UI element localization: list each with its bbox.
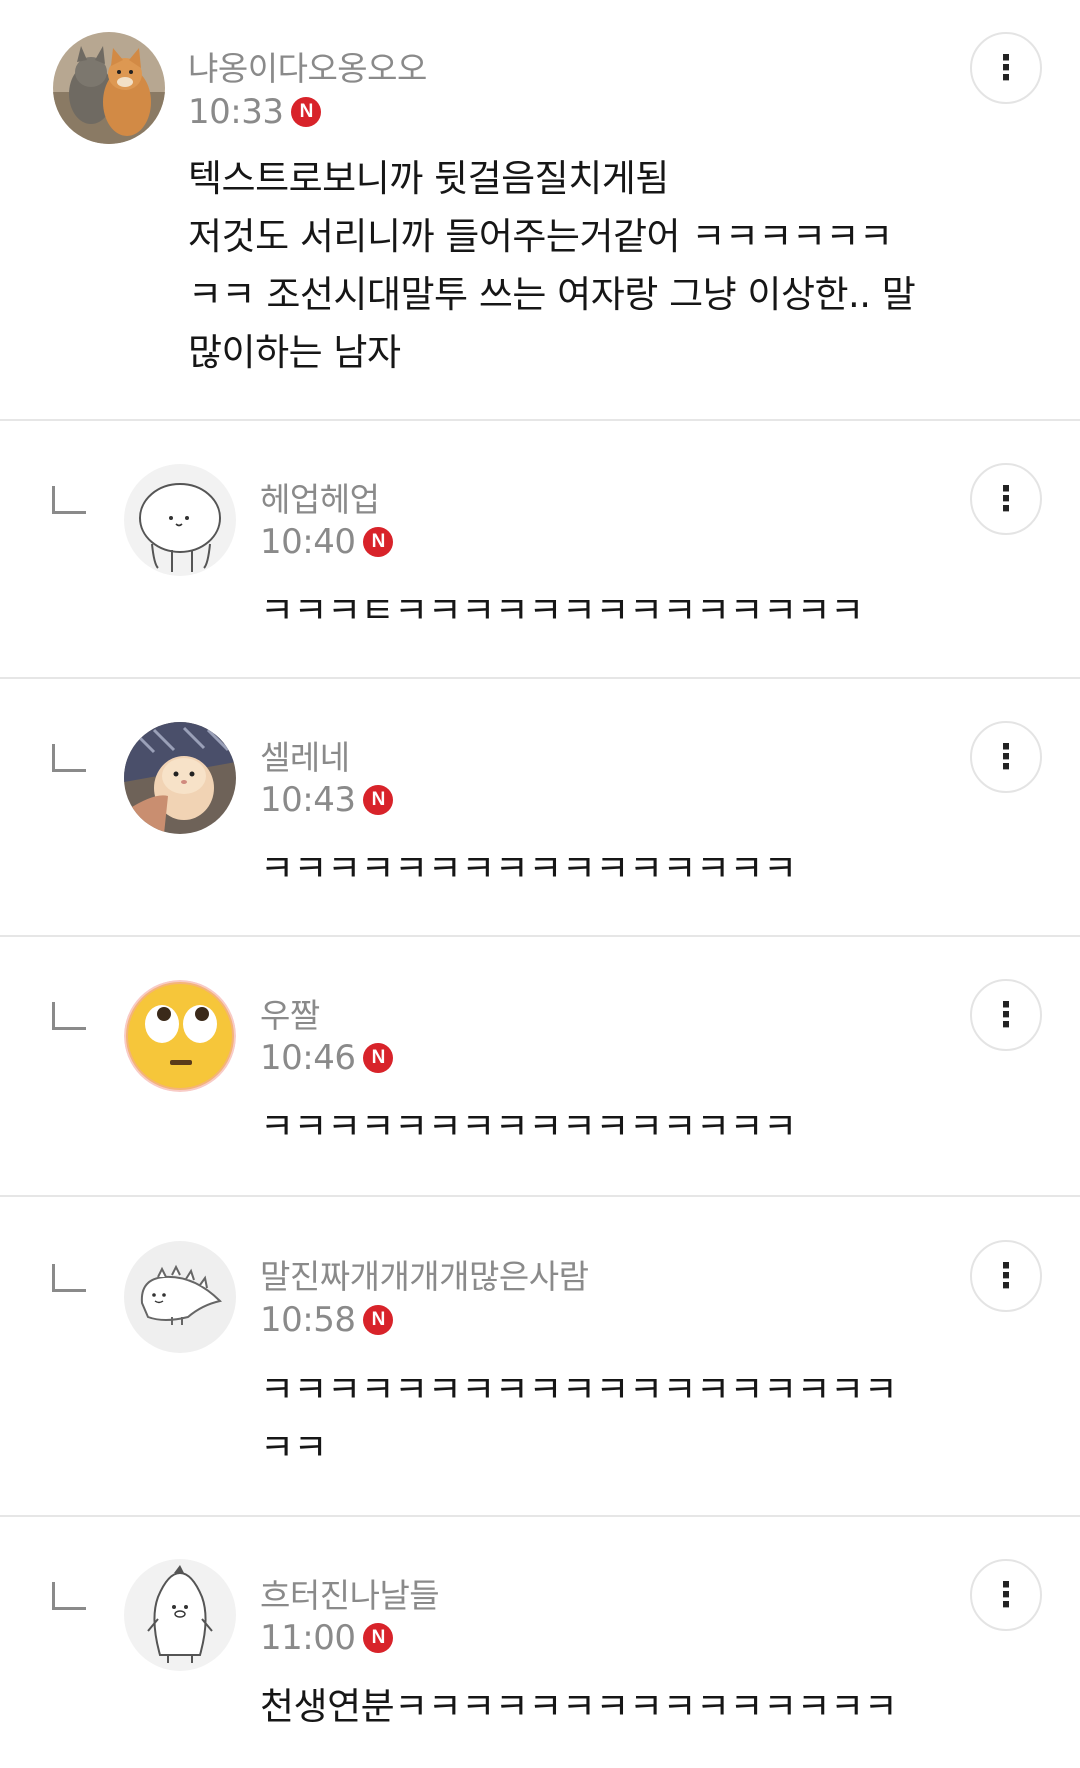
comment-item: 냐옹이다오옹오오 10:33 N 텍스트로보니까 뒷걸음질치게됨 저것도 서리니… [0,0,1080,420]
reply-arrow-icon [52,1582,86,1610]
avatar[interactable] [124,1559,236,1671]
comment-time: 10:58 [260,1300,356,1340]
comment-text: ㅋㅋㅋㅋㅋㅋㅋㅋㅋㅋㅋㅋㅋㅋㅋㅋㅋㅋㅋ ㅋㅋ [260,1368,898,1469]
reply-item: 말진짜개개개개많은사람 10:58 N ㅋㅋㅋㅋㅋㅋㅋㅋㅋㅋㅋㅋㅋㅋㅋㅋㅋㅋㅋ … [0,1197,1080,1515]
comment-text: ㅋㅋㅋㅋㅋㅋㅋㅋㅋㅋㅋㅋㅋㅋㅋㅋ [260,1105,797,1148]
reply-arrow-icon [52,1002,86,1030]
more-vertical-icon: ⋮ [989,479,1023,519]
new-badge: N [363,1305,394,1335]
reply-item: 우짤 10:46 N ㅋㅋㅋㅋㅋㅋㅋㅋㅋㅋㅋㅋㅋㅋㅋㅋ ⋮ [0,937,1080,1195]
avatar[interactable] [124,722,236,834]
avatar[interactable] [53,32,165,144]
comment-time: 10:40 [260,522,356,562]
comment-text: ㅋㅋㅋㅌㅋㅋㅋㅋㅋㅋㅋㅋㅋㅋㅋㅋㅋㅋ [260,589,864,632]
comment-text: 천생연분ㅋㅋㅋㅋㅋㅋㅋㅋㅋㅋㅋㅋㅋㅋㅋ [260,1685,898,1728]
more-button[interactable]: ⋮ [970,721,1042,793]
new-badge: N [363,785,394,815]
dinosaur-character-avatar [124,1241,236,1353]
comment-text: ㅋㅋㅋㅋㅋㅋㅋㅋㅋㅋㅋㅋㅋㅋㅋㅋ [260,847,797,890]
avatar[interactable] [124,1241,236,1353]
comment-meta: 10:46 N [260,1036,394,1080]
comment-meta: 10:40 N [260,520,394,564]
avatar[interactable] [124,464,236,576]
comment-text: 텍스트로보니까 뒷걸음질치게됨 저것도 서리니까 들어주는거같어 ㅋㅋㅋㅋㅋㅋ … [188,157,916,374]
more-vertical-icon: ⋮ [989,995,1023,1035]
comment-meta: 10:33 N [188,90,322,134]
comment-username[interactable]: 흐터진나날들 [260,1569,440,1617]
new-badge: N [363,527,394,557]
hamster-photo-avatar [124,722,236,834]
comment-username[interactable]: 말진짜개개개개많은사람 [260,1250,589,1298]
comment-meta: 10:58 N [260,1298,394,1342]
avatar[interactable] [124,980,236,1092]
comment-meta: 10:43 N [260,778,394,822]
reply-arrow-icon [52,486,86,514]
comment-username[interactable]: 우짤 [260,989,320,1037]
more-vertical-icon: ⋮ [989,1575,1023,1615]
reply-item: 흐터진나날들 11:00 N 천생연분ㅋㅋㅋㅋㅋㅋㅋㅋㅋㅋㅋㅋㅋㅋㅋ ⋮ [0,1517,1080,1768]
comment-username[interactable]: 셀레네 [260,731,350,779]
more-vertical-icon: ⋮ [989,737,1023,777]
penguin-character-avatar [124,1559,236,1671]
comment-time: 10:33 [188,92,284,132]
comment-time: 10:43 [260,780,356,820]
reply-arrow-icon [52,744,86,772]
more-button[interactable]: ⋮ [970,979,1042,1051]
comment-time: 10:46 [260,1038,356,1078]
new-badge: N [363,1043,394,1073]
blob-character-avatar [124,464,236,576]
comment-time: 11:00 [260,1618,356,1658]
more-vertical-icon: ⋮ [989,1256,1023,1296]
reply-arrow-icon [52,1264,86,1292]
cats-photo-avatar [53,32,165,144]
more-vertical-icon: ⋮ [989,48,1023,88]
reply-item: 헤업헤업 10:40 N ㅋㅋㅋㅌㅋㅋㅋㅋㅋㅋㅋㅋㅋㅋㅋㅋㅋㅋ ⋮ [0,421,1080,677]
comment-username[interactable]: 냐옹이다오옹오오 [188,42,427,90]
eye-roll-emoji-avatar [124,980,236,1092]
comment-meta: 11:00 N [260,1616,394,1660]
new-badge: N [363,1623,394,1653]
more-button[interactable]: ⋮ [970,463,1042,535]
comment-username[interactable]: 헤업헤업 [260,473,380,521]
more-button[interactable]: ⋮ [970,32,1042,104]
more-button[interactable]: ⋮ [970,1559,1042,1631]
new-badge: N [291,97,322,127]
comment-list: 냐옹이다오옹오오 10:33 N 텍스트로보니까 뒷걸음질치게됨 저것도 서리니… [0,0,1080,1768]
reply-item: 셀레네 10:43 N ㅋㅋㅋㅋㅋㅋㅋㅋㅋㅋㅋㅋㅋㅋㅋㅋ ⋮ [0,679,1080,935]
more-button[interactable]: ⋮ [970,1240,1042,1312]
